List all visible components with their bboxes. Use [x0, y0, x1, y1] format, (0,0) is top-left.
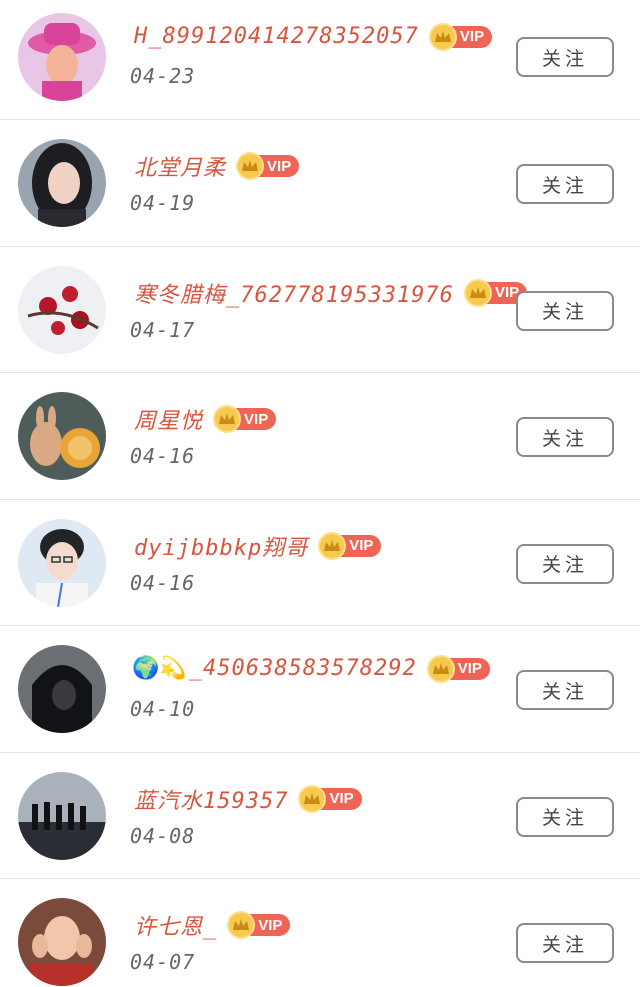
- avatar[interactable]: [18, 392, 106, 480]
- follow-date: 04-17: [130, 317, 196, 342]
- vip-badge: VIP: [236, 152, 300, 180]
- follow-date: 04-16: [130, 444, 196, 468]
- list-item[interactable]: 🌍💫 _450638583578292 VIP 04-10 关注: [0, 626, 640, 753]
- vip-badge: VIP: [227, 911, 291, 939]
- follower-list: H_89912041427835205​7 VIP 04-23 关注 北堂月柔 …: [0, 0, 640, 987]
- avatar[interactable]: [18, 898, 106, 986]
- username[interactable]: 北堂月柔: [134, 150, 226, 182]
- list-item[interactable]: 寒冬腊梅_762778195331976 VIP 04-17 关注: [0, 247, 640, 373]
- username-line: 🌍💫 _450638583578292 VIP: [132, 654, 490, 683]
- list-item[interactable]: H_89912041427835205​7 VIP 04-23 关注: [0, 0, 640, 120]
- crown-icon: [236, 152, 265, 180]
- list-item[interactable]: 周星悦 VIP 04-16 关注: [0, 373, 640, 500]
- username-line: H_89912041427835205​7 VIP: [132, 22, 493, 51]
- username-line: 周星悦 VIP: [132, 403, 277, 435]
- crown-icon: [298, 784, 327, 813]
- username[interactable]: 寒冬腊梅_762778195331976: [134, 277, 454, 309]
- vip-label: VIP: [267, 157, 292, 175]
- avatar[interactable]: [18, 771, 106, 860]
- follow-date: 04-10: [130, 697, 196, 721]
- username[interactable]: H_89912041427835205​7: [134, 24, 419, 49]
- follow-date: 04-23: [130, 64, 196, 88]
- vip-badge: VIP: [318, 531, 382, 560]
- avatar[interactable]: [18, 518, 106, 607]
- follow-button[interactable]: 关注: [516, 417, 614, 457]
- follow-button[interactable]: 关注: [516, 290, 614, 331]
- follow-button[interactable]: 关注: [516, 670, 614, 710]
- username[interactable]: 蓝汽水159357: [134, 783, 288, 815]
- crown-icon: [318, 531, 347, 560]
- username[interactable]: _450638583578292: [189, 656, 417, 681]
- follow-date: 04-08: [130, 823, 196, 848]
- vip-label: VIP: [459, 28, 485, 45]
- username[interactable]: 许七恩_: [134, 909, 217, 941]
- follow-date: 04-16: [130, 570, 196, 595]
- crown-icon: [227, 911, 256, 939]
- follow-date: 04-07: [130, 950, 196, 974]
- list-item[interactable]: dyijbbbkp翔哥 VIP 04-16 关注: [0, 500, 640, 626]
- avatar[interactable]: [18, 139, 106, 227]
- username-line: dyijbbbkp翔哥 VIP: [132, 530, 382, 562]
- username[interactable]: 周星悦: [134, 403, 203, 435]
- follow-button[interactable]: 关注: [516, 164, 614, 204]
- vip-label: VIP: [329, 790, 354, 807]
- vip-badge: VIP: [426, 654, 490, 683]
- vip-badge: VIP: [213, 405, 277, 433]
- avatar[interactable]: [18, 13, 106, 101]
- list-item[interactable]: 许七恩_ VIP 04-07 关注: [0, 879, 640, 987]
- name-emoji: 🌍💫: [132, 656, 187, 681]
- username-line: 蓝汽水159357 VIP: [132, 783, 362, 815]
- follow-date: 04-19: [130, 191, 196, 215]
- follow-button[interactable]: 关注: [516, 923, 614, 963]
- vip-badge: VIP: [428, 22, 493, 51]
- follow-button[interactable]: 关注: [516, 796, 614, 837]
- follow-button[interactable]: 关注: [516, 37, 614, 77]
- avatar[interactable]: [18, 265, 106, 354]
- vip-label: VIP: [349, 537, 374, 554]
- crown-icon: [428, 22, 457, 51]
- avatar[interactable]: [18, 645, 106, 733]
- username-line: 北堂月柔 VIP: [132, 150, 300, 182]
- list-item[interactable]: 北堂月柔 VIP 04-19 关注: [0, 120, 640, 247]
- follow-button[interactable]: 关注: [516, 543, 614, 584]
- vip-label: VIP: [244, 410, 269, 428]
- crown-icon: [213, 405, 242, 433]
- list-item[interactable]: 蓝汽水159357 VIP 04-08 关注: [0, 753, 640, 879]
- vip-badge: VIP: [298, 784, 362, 813]
- username[interactable]: dyijbbbkp翔哥: [134, 530, 308, 562]
- crown-icon: [463, 278, 492, 307]
- vip-label: VIP: [457, 660, 482, 677]
- vip-label: VIP: [258, 916, 283, 934]
- username-line: 寒冬腊梅_762778195331976 VIP: [132, 277, 528, 309]
- crown-icon: [426, 654, 455, 683]
- username-line: 许七恩_ VIP: [132, 909, 291, 941]
